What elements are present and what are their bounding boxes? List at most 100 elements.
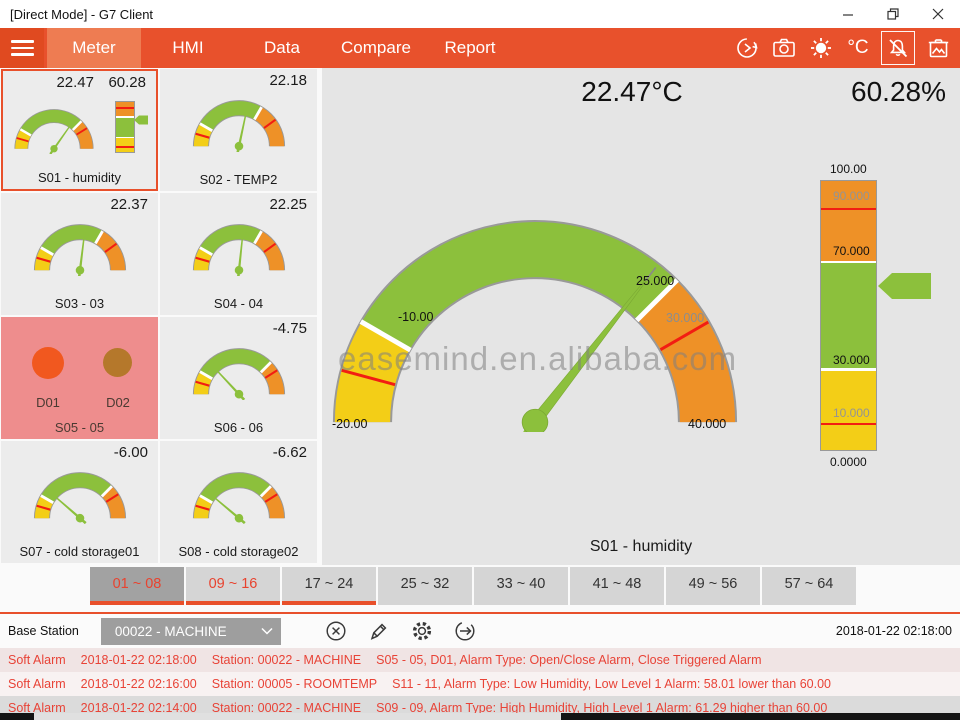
close-button[interactable] — [915, 0, 960, 28]
main-meter-panel: 22.47°C 60.28% easemind.en.alibaba.com -… — [322, 68, 960, 565]
digital-label-d01: D01 — [18, 395, 78, 410]
mini-gauge — [5, 101, 103, 154]
control-bar: Base Station 00022 - MACHINE — [0, 614, 960, 648]
edit-button[interactable] — [366, 618, 392, 644]
card-label: S02 - TEMP2 — [160, 172, 317, 187]
card-label: S06 - 06 — [160, 420, 317, 435]
meter-card-s08[interactable]: -6.62 S08 - cold storage02 — [160, 441, 317, 563]
bar-10-label: 10.000 — [833, 406, 870, 420]
alarm-mute-button[interactable] — [881, 31, 915, 65]
image-trash-icon — [926, 36, 951, 61]
tab-17-24[interactable]: 17 ~ 24 — [282, 567, 376, 605]
mini-gauge — [23, 463, 137, 524]
alarm-time: 2018-01-22 02:14:00 — [81, 701, 197, 713]
tab-25-32[interactable]: 25 ~ 32 — [378, 567, 472, 605]
restore-icon — [887, 8, 899, 20]
settings-button[interactable] — [409, 618, 435, 644]
brightness-button[interactable] — [807, 34, 835, 62]
tab-49-56[interactable]: 49 ~ 56 — [666, 567, 760, 605]
chevron-down-icon — [261, 627, 273, 635]
minimize-icon — [842, 8, 854, 20]
main-humidity-value: 60.28% — [851, 76, 946, 108]
meter-card-s03[interactable]: 22.37 S03 - 03 — [1, 193, 158, 315]
mini-gauge — [23, 215, 137, 276]
close-icon — [932, 8, 944, 20]
clear-alarms-button[interactable] — [323, 618, 349, 644]
meter-card-s07[interactable]: -6.00 S07 - cold storage01 — [1, 441, 158, 563]
refresh-icon — [734, 35, 760, 61]
sun-icon — [808, 35, 834, 61]
horizontal-scrollbar[interactable] — [0, 713, 960, 720]
meter-card-s02[interactable]: 22.18 S02 - TEMP2 — [160, 69, 317, 191]
meter-card-s01[interactable]: 22.47 60.28 — [1, 69, 158, 191]
card-label: S05 - 05 — [1, 420, 158, 435]
base-station-select[interactable]: 00022 - MACHINE — [101, 618, 281, 645]
tab-33-40[interactable]: 33 ~ 40 — [474, 567, 568, 605]
alarm-type: Soft Alarm — [8, 677, 66, 691]
card-value: 22.25 — [269, 196, 307, 213]
card-value: 22.18 — [269, 72, 307, 89]
meter-card-s04[interactable]: 22.25 S04 - 04 — [160, 193, 317, 315]
card-value-temp: 22.47 — [56, 74, 94, 91]
pencil-icon — [367, 619, 391, 643]
main-gauge — [328, 220, 742, 432]
alarm-row[interactable]: Soft Alarm 2018-01-22 02:18:00 Station: … — [0, 648, 960, 672]
bar-max-label: 100.00 — [830, 162, 867, 176]
card-label: S08 - cold storage02 — [160, 544, 317, 559]
nav-tab-compare[interactable]: Compare — [329, 28, 423, 68]
mini-gauge — [182, 91, 296, 152]
temperature-unit-button[interactable]: °C — [844, 34, 872, 62]
hamburger-icon — [11, 40, 34, 43]
alarm-row[interactable]: Soft Alarm 2018-01-22 02:16:00 Station: … — [0, 672, 960, 696]
alarm-mute-icon — [886, 36, 910, 60]
snapshot-button[interactable] — [770, 34, 798, 62]
restore-button[interactable] — [870, 0, 915, 28]
alarm-detail: S05 - 05, D01, Alarm Type: Open/Close Al… — [376, 653, 761, 667]
meter-card-grid: 22.47 60.28 — [0, 68, 320, 565]
clear-images-button[interactable] — [924, 34, 952, 62]
window-title: [Direct Mode] - G7 Client — [10, 7, 153, 22]
nav-tab-report[interactable]: Report — [423, 28, 517, 68]
main-navbar: Meter HMI Data Compare Report — [0, 28, 960, 68]
main-temperature-value: 22.47°C — [552, 76, 712, 108]
gauge-high-label: 25.000 — [636, 274, 674, 288]
tab-09-16[interactable]: 09 ~ 16 — [186, 567, 280, 605]
minimize-button[interactable] — [825, 0, 870, 28]
nav-tab-meter[interactable]: Meter — [47, 28, 141, 68]
card-value-humidity: 60.28 — [108, 74, 146, 91]
humidity-bar-pointer — [877, 271, 934, 301]
nav-tab-data[interactable]: Data — [235, 28, 329, 68]
current-timestamp: 2018-01-22 02:18:00 — [836, 624, 952, 638]
nav-tab-hmi[interactable]: HMI — [141, 28, 235, 68]
alarm-log: Soft Alarm 2018-01-22 02:18:00 Station: … — [0, 648, 960, 713]
digital-indicator-d01 — [32, 347, 64, 379]
meter-card-s06[interactable]: -4.75 S06 - 06 — [160, 317, 317, 439]
card-value: -6.00 — [114, 444, 148, 461]
tab-57-64[interactable]: 57 ~ 64 — [762, 567, 856, 605]
alarm-time: 2018-01-22 02:18:00 — [81, 653, 197, 667]
card-value: -4.75 — [273, 320, 307, 337]
gauge-max-label: 40.000 — [688, 417, 726, 431]
gauge-low-label: -10.00 — [398, 310, 433, 324]
card-label: S01 - humidity — [3, 170, 156, 185]
mini-bar-pointer — [134, 115, 148, 125]
export-button[interactable] — [452, 618, 478, 644]
tab-01-08[interactable]: 01 ~ 08 — [90, 567, 184, 605]
tab-41-48[interactable]: 41 ~ 48 — [570, 567, 664, 605]
alarm-row[interactable]: Soft Alarm 2018-01-22 02:14:00 Station: … — [0, 696, 960, 713]
mini-gauge — [182, 463, 296, 524]
refresh-button[interactable] — [733, 34, 761, 62]
gauge-alarm-label: 30.000 — [666, 311, 704, 325]
scrollbar-thumb[interactable] — [34, 713, 561, 720]
card-label: S03 - 03 — [1, 296, 158, 311]
card-value: -6.62 — [273, 444, 307, 461]
meter-card-s05[interactable]: D01 D02 S05 - 05 — [1, 317, 158, 439]
camera-icon — [771, 35, 797, 61]
alarm-detail: S09 - 09, Alarm Type: High Humidity, Hig… — [376, 701, 827, 713]
hamburger-menu-button[interactable] — [0, 28, 44, 68]
g7-client-window: [Direct Mode] - G7 Client Meter HMI Data… — [0, 0, 960, 720]
alarm-station: Station: 00022 - MACHINE — [212, 701, 361, 713]
mini-bar-gauge — [115, 101, 135, 153]
card-value: 22.37 — [110, 196, 148, 213]
selected-station: 00022 - MACHINE — [115, 624, 227, 639]
